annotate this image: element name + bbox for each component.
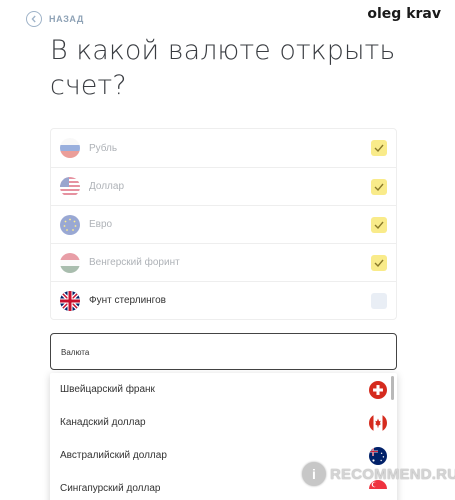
author-watermark: oleg krav	[367, 6, 441, 22]
checkbox-ruble[interactable]	[371, 140, 387, 156]
checkbox-pound[interactable]	[371, 292, 387, 309]
option-label: Австралийский доллар	[60, 450, 167, 461]
site-watermark-badge: i	[302, 462, 326, 486]
uk-flag-icon	[60, 290, 80, 311]
currency-row-forint[interactable]: Венгерский форинт	[51, 243, 396, 281]
check-icon	[374, 259, 384, 267]
check-icon	[374, 221, 384, 229]
check-icon	[374, 183, 384, 191]
checkbox-dollar[interactable]	[371, 178, 387, 195]
option-chf[interactable]: Швейцарский франк	[50, 373, 397, 406]
check-icon	[374, 144, 384, 152]
currency-row-ruble[interactable]: Рубль	[51, 129, 396, 167]
site-watermark: i RECOMMEND.RU	[302, 462, 455, 486]
currency-label: Евро	[89, 219, 113, 230]
usa-flag-icon	[60, 176, 80, 197]
option-label: Сингапурский доллар	[60, 483, 161, 494]
page-title: В какой валюте открыть счет?	[50, 35, 396, 101]
canada-flag-icon	[369, 413, 387, 432]
currency-list: Рубль Доллар Евро Венгерский форинт Фунт…	[50, 128, 397, 320]
dropdown-scrollbar[interactable]	[391, 376, 394, 400]
site-watermark-text: RECOMMEND.RU	[330, 465, 455, 483]
option-cad[interactable]: Канадский доллар	[50, 406, 397, 439]
eu-flag-icon	[60, 214, 80, 235]
currency-label: Рубль	[89, 142, 118, 154]
select-label: Валюта	[61, 348, 90, 357]
checkbox-euro[interactable]	[371, 216, 387, 233]
currency-label: Венгерский форинт	[89, 257, 180, 268]
chevron-left-icon	[26, 11, 42, 27]
back-button[interactable]: НАЗАД	[26, 11, 84, 27]
hungary-flag-icon	[60, 252, 80, 273]
currency-label: Фунт стерлингов	[89, 295, 166, 306]
currency-row-pound[interactable]: Фунт стерлингов	[51, 281, 396, 319]
currency-row-dollar[interactable]: Доллар	[51, 167, 396, 205]
russia-flag-icon	[60, 138, 80, 158]
switzerland-flag-icon	[369, 380, 387, 399]
currency-label: Доллар	[89, 181, 125, 192]
back-label: НАЗАД	[49, 14, 84, 24]
option-label: Швейцарский франк	[60, 384, 155, 395]
currency-row-euro[interactable]: Евро	[51, 205, 396, 243]
option-label: Канадский доллар	[60, 417, 146, 428]
currency-select[interactable]: Валюта	[50, 333, 397, 370]
checkbox-forint[interactable]	[371, 254, 387, 271]
